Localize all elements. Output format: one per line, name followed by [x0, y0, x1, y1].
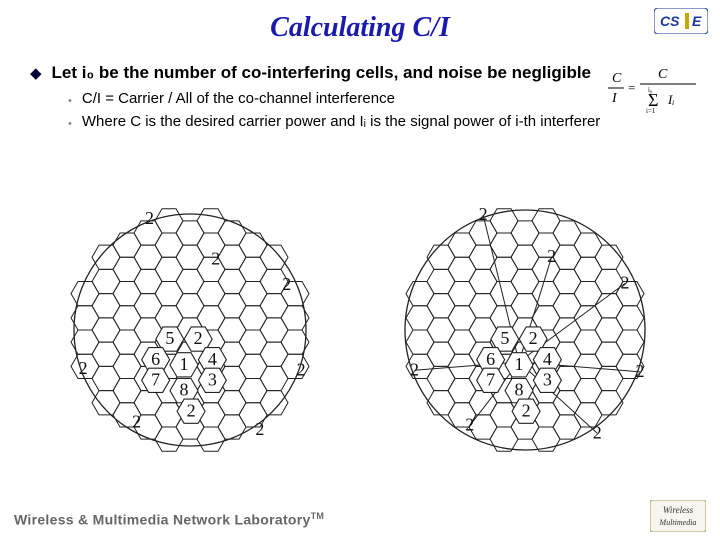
content-block: ◆ Let i₀ be the number of co-interfering… [30, 62, 670, 134]
dot-icon: • [68, 95, 72, 107]
footer-tm: TM [311, 511, 325, 521]
svg-text:2: 2 [211, 248, 220, 268]
svg-text:1: 1 [515, 354, 524, 374]
svg-text:3: 3 [208, 369, 217, 389]
logo-bot-l2: Multimedia [659, 518, 697, 527]
svg-text:8: 8 [515, 380, 524, 400]
bullet-main-text: Let i₀ be the number of co-interfering c… [52, 62, 591, 83]
svg-text:4: 4 [208, 349, 217, 369]
svg-text:=: = [628, 80, 635, 95]
footer-text: Wireless & Multimedia Network Laboratory… [14, 511, 324, 528]
svg-text:2: 2 [529, 328, 538, 348]
svg-text:2: 2 [132, 412, 141, 432]
svg-text:2: 2 [522, 400, 531, 420]
cluster-diagram-right: 5261473822222222 [390, 210, 670, 480]
svg-text:2: 2 [593, 422, 602, 442]
cluster-diagram-left: 5261473822222222 [60, 210, 320, 480]
logo-text-e: E [692, 13, 702, 29]
svg-text:8: 8 [180, 380, 189, 400]
svg-text:2: 2 [187, 400, 196, 420]
svg-text:2: 2 [621, 272, 630, 292]
cse-logo: CS E [654, 8, 708, 34]
svg-text:2: 2 [479, 204, 488, 224]
svg-text:4: 4 [543, 349, 552, 369]
bullet-sub2-text: Where C is the desired carrier power and… [82, 112, 600, 132]
svg-text:2: 2 [410, 359, 419, 379]
svg-text:7: 7 [151, 369, 160, 389]
diamond-icon: ◆ [30, 64, 42, 82]
formula-c2: C [658, 67, 668, 82]
formula-block: C I = C Σ i₀ i=1 Iᵢ [606, 62, 702, 114]
svg-text:2: 2 [465, 415, 474, 435]
formula-ii: Iᵢ [667, 92, 674, 107]
svg-text:2: 2 [145, 208, 154, 228]
svg-text:2: 2 [297, 360, 306, 380]
right-graphic: 5261473822222222 [406, 204, 645, 451]
svg-text:2: 2 [79, 358, 88, 378]
svg-text:2: 2 [547, 246, 556, 266]
left-graphic: 5261473822222222 [71, 208, 309, 451]
bullet-level2: • Where C is the desired carrier power a… [68, 112, 670, 132]
slide: Calculating C/I CS E ◆ Let i₀ be the num… [0, 0, 720, 540]
svg-text:2: 2 [282, 274, 291, 294]
formula-c: C [612, 71, 622, 86]
slide-title: Calculating C/I [0, 12, 720, 44]
svg-text:2: 2 [636, 361, 645, 381]
logo-text-cs: CS [660, 13, 680, 29]
svg-text:2: 2 [255, 419, 264, 439]
dot-icon: • [68, 118, 72, 130]
svg-text:6: 6 [151, 349, 160, 369]
footer-label: Wireless & Multimedia Network Laboratory [14, 512, 311, 528]
svg-text:1: 1 [180, 354, 189, 374]
formula-sum-upper: i₀ [648, 86, 653, 94]
svg-text:7: 7 [486, 369, 495, 389]
bullet-level1: ◆ Let i₀ be the number of co-interfering… [30, 62, 670, 83]
svg-text:5: 5 [165, 328, 174, 348]
svg-text:6: 6 [486, 349, 495, 369]
formula-sum-lower: i=1 [646, 107, 656, 114]
wireless-multimedia-logo: Wireless Multimedia [650, 500, 706, 532]
formula-i: I [611, 91, 618, 106]
bullet-sub1-text: C/I = Carrier / All of the co-channel in… [82, 89, 395, 109]
svg-text:2: 2 [194, 328, 203, 348]
svg-text:3: 3 [543, 369, 552, 389]
bullet-level2: • C/I = Carrier / All of the co-channel … [68, 89, 670, 109]
svg-text:5: 5 [500, 328, 509, 348]
logo-bot-l1: Wireless [663, 505, 694, 515]
